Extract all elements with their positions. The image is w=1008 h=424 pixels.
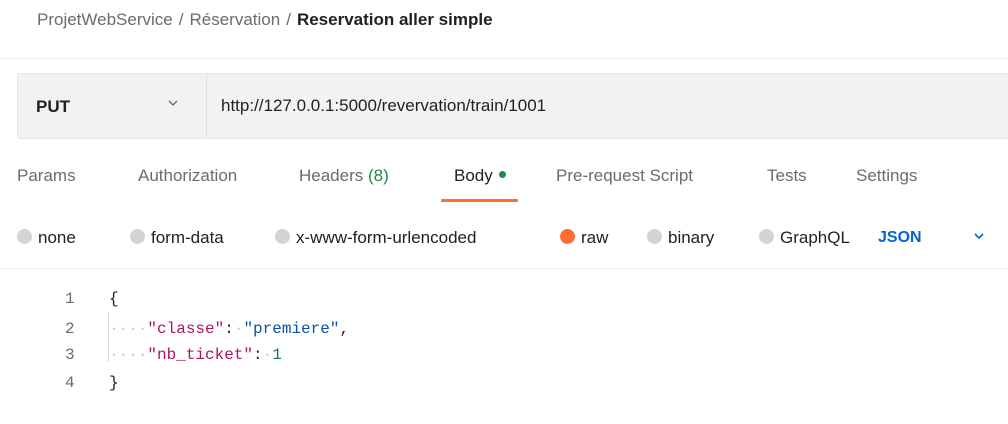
radio-icon	[759, 229, 774, 245]
method-label: PUT	[36, 97, 70, 116]
whitespace-marker: ····	[109, 320, 148, 338]
tab-settings[interactable]: Settings	[856, 166, 917, 186]
body-indicator-dot	[498, 171, 506, 179]
tab-headers-label: Headers	[299, 166, 364, 185]
body-type-none[interactable]: none	[17, 228, 76, 248]
divider	[0, 268, 1008, 269]
chevron-down-icon[interactable]	[972, 229, 986, 246]
format-select[interactable]: JSON	[878, 229, 922, 247]
code-line-4: }	[109, 374, 119, 392]
breadcrumb: ProjetWebService / Réservation / Reservation…	[37, 10, 493, 30]
chevron-down-icon	[166, 96, 180, 113]
line-number: 3	[65, 346, 75, 364]
radio-icon	[130, 229, 145, 245]
whitespace-marker: ····	[109, 346, 148, 364]
json-key: "classe"	[147, 320, 225, 338]
url-input[interactable]: http://127.0.0.1:5000/revervation/train/…	[221, 96, 546, 116]
tab-body-label: Body	[454, 166, 493, 185]
body-type-binary[interactable]: binary	[647, 228, 714, 248]
breadcrumb-separator: /	[286, 10, 291, 29]
code-line-2: ····"classe":·"premiere",	[109, 320, 350, 338]
body-type-urlencoded[interactable]: x-www-form-urlencoded	[275, 228, 476, 248]
radio-selected-icon	[560, 229, 575, 245]
json-key: "nb_ticket"	[147, 346, 254, 364]
body-type-raw-label: raw	[581, 228, 609, 247]
tab-body[interactable]: Body	[454, 166, 506, 186]
radio-icon	[17, 229, 32, 245]
tab-pre-request-script[interactable]: Pre-request Script	[556, 166, 693, 186]
active-tab-underline	[441, 199, 518, 202]
code-editor[interactable]: 1 2 3 4 { ····"classe":·"premiere", ····…	[17, 286, 1008, 411]
breadcrumb-separator: /	[178, 10, 184, 29]
json-number-value: 1	[272, 346, 282, 364]
json-string-value: "premiere"	[243, 320, 340, 338]
breadcrumb-collection[interactable]: ProjetWebService	[37, 10, 173, 29]
body-type-form-data[interactable]: form-data	[130, 228, 224, 248]
divider	[0, 58, 1008, 59]
method-select[interactable]: PUT	[18, 74, 207, 138]
tab-tests[interactable]: Tests	[767, 166, 807, 186]
breadcrumb-folder[interactable]: Réservation	[189, 10, 280, 29]
body-type-raw[interactable]: raw	[560, 228, 608, 248]
body-type-binary-label: binary	[668, 228, 715, 247]
tab-authorization[interactable]: Authorization	[138, 166, 237, 186]
code-line-1: {	[109, 290, 119, 308]
body-type-urlencoded-label: x-www-form-urlencoded	[296, 228, 477, 247]
body-type-form-data-label: form-data	[151, 228, 224, 247]
tab-params[interactable]: Params	[17, 166, 76, 186]
request-url-bar: PUT http://127.0.0.1:5000/revervation/tr…	[17, 73, 1008, 139]
line-number: 1	[65, 290, 75, 308]
code-line-3: ····"nb_ticket":·1	[109, 346, 282, 364]
body-type-none-label: none	[38, 228, 76, 247]
radio-icon	[647, 229, 662, 245]
line-number: 2	[65, 320, 75, 338]
body-type-graphql-label: GraphQL	[780, 228, 850, 247]
tab-headers[interactable]: Headers (8)	[299, 166, 389, 186]
line-number: 4	[65, 374, 75, 392]
headers-count-badge: (8)	[368, 166, 389, 185]
body-type-graphql[interactable]: GraphQL	[759, 228, 850, 248]
breadcrumb-request-name[interactable]: Reservation aller simple	[297, 10, 493, 29]
radio-icon	[275, 229, 290, 245]
